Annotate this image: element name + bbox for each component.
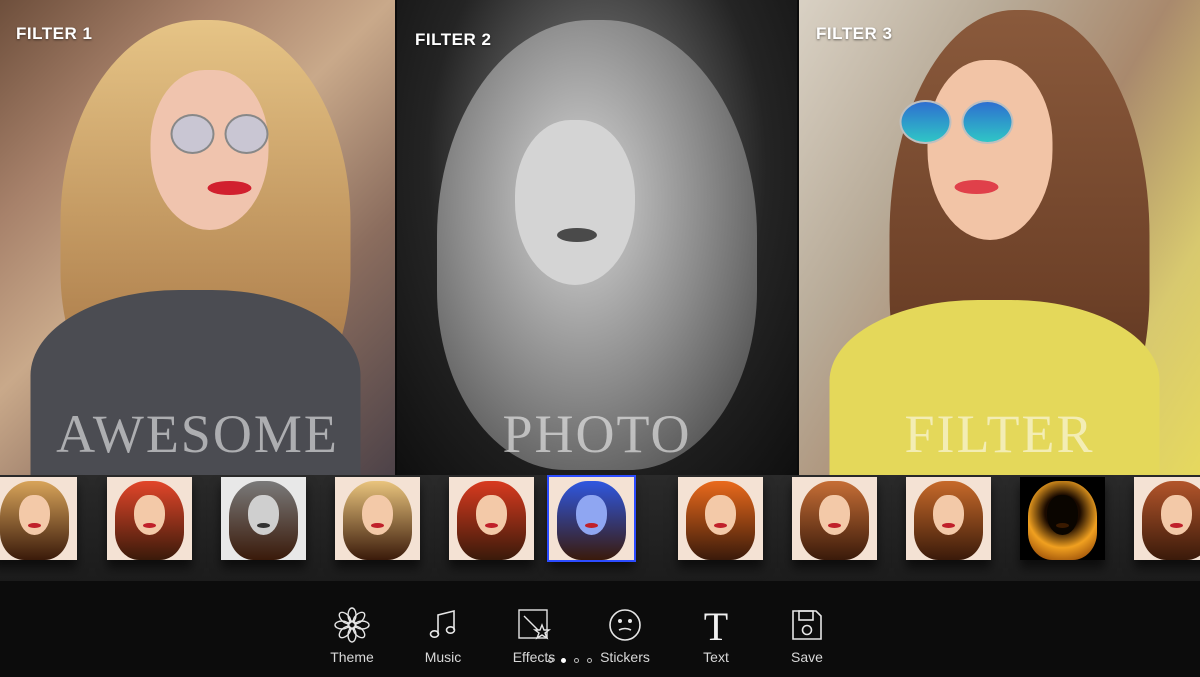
filter-thumbnail-strip[interactable] xyxy=(0,475,1200,581)
thumbnail-face xyxy=(576,495,607,535)
music-label: Music xyxy=(424,649,462,665)
thumbnail-lips xyxy=(143,523,156,528)
thumbnail-face xyxy=(476,495,507,535)
theme-label: Theme xyxy=(330,649,374,665)
page-dot[interactable] xyxy=(548,658,553,663)
thumbnail-lips xyxy=(1056,523,1069,528)
smiley-face-icon xyxy=(609,609,641,641)
magic-wand-icon xyxy=(518,609,552,640)
thumbnail-lips xyxy=(714,523,727,528)
svg-text:T: T xyxy=(704,607,728,643)
thumbnail-face xyxy=(819,495,850,535)
filter-thumbnail-fire[interactable] xyxy=(1020,477,1105,560)
thumbnail-lips xyxy=(1170,523,1183,528)
filter-3-caption: FILTER xyxy=(904,404,1095,464)
thumbnail-lips xyxy=(257,523,270,528)
text-label: Text xyxy=(703,649,729,665)
stickers-button[interactable]: Stickers xyxy=(593,607,657,669)
filter-1-label: FILTER 1 xyxy=(16,24,93,43)
thumbnail-face xyxy=(134,495,165,535)
thumbnail-face xyxy=(933,495,964,535)
sunglasses xyxy=(170,114,268,154)
floppy-disk-icon xyxy=(792,610,822,640)
theme-button[interactable]: Theme xyxy=(320,607,384,669)
save-label: Save xyxy=(791,649,823,665)
sunglasses xyxy=(899,100,1013,144)
filter-3-panel[interactable]: FILTER 3 FILTER xyxy=(799,0,1200,475)
filter-thumbnail-copper[interactable] xyxy=(1134,477,1200,560)
filter-1-caption: AWESOME xyxy=(56,404,339,464)
thumbnail-face xyxy=(248,495,279,535)
music-button[interactable]: Music xyxy=(411,607,475,669)
thumbnail-face xyxy=(362,495,393,535)
filter-thumbnail-warm-red[interactable] xyxy=(107,477,192,560)
filter-2-panel[interactable]: FILTER 2 PHOTO xyxy=(397,0,797,475)
filter-thumbnail-mono[interactable] xyxy=(221,477,306,560)
filter-thumbnail-sepia[interactable] xyxy=(792,477,877,560)
bottom-toolbar: Theme Music Effects Stickers T Text Save xyxy=(0,581,1200,677)
filter-thumbnail-original[interactable] xyxy=(0,477,77,560)
filter-preview-panels: FILTER 1 AWESOME FILTER 2 PHOTO FILTER 3… xyxy=(0,0,1200,475)
thumbnail-lips xyxy=(485,523,498,528)
text-t-icon: T xyxy=(704,607,728,643)
page-dot[interactable] xyxy=(561,658,566,663)
filter-thumbnail-amber[interactable] xyxy=(906,477,991,560)
filter-thumbnail-bright[interactable] xyxy=(335,477,420,560)
save-button[interactable]: Save xyxy=(775,607,839,669)
thumbnail-face xyxy=(1161,495,1192,535)
thumbnail-face xyxy=(1047,495,1078,535)
filter-2-label: FILTER 2 xyxy=(415,30,492,49)
filter-thumbnail-red[interactable] xyxy=(449,477,534,560)
page-dot[interactable] xyxy=(574,658,579,663)
thumbnail-lips xyxy=(371,523,384,528)
thumbnail-face xyxy=(705,495,736,535)
music-note-icon xyxy=(429,609,456,638)
stickers-label: Stickers xyxy=(600,649,650,665)
page-indicator xyxy=(548,658,592,663)
flower-icon xyxy=(334,607,370,643)
filter-3-label: FILTER 3 xyxy=(816,24,893,43)
thumbnail-lips xyxy=(828,523,841,528)
filter-thumbnail-blue[interactable] xyxy=(547,475,636,562)
thumbnail-face xyxy=(19,495,50,535)
thumbnail-lips xyxy=(942,523,955,528)
filter-2-caption: PHOTO xyxy=(502,404,692,464)
text-button[interactable]: T Text xyxy=(684,607,748,669)
page-dot[interactable] xyxy=(587,658,592,663)
thumbnail-lips xyxy=(585,523,598,528)
filter-1-panel[interactable]: FILTER 1 AWESOME xyxy=(0,0,395,475)
filter-thumbnail-orange[interactable] xyxy=(678,477,763,560)
thumbnail-lips xyxy=(28,523,41,528)
